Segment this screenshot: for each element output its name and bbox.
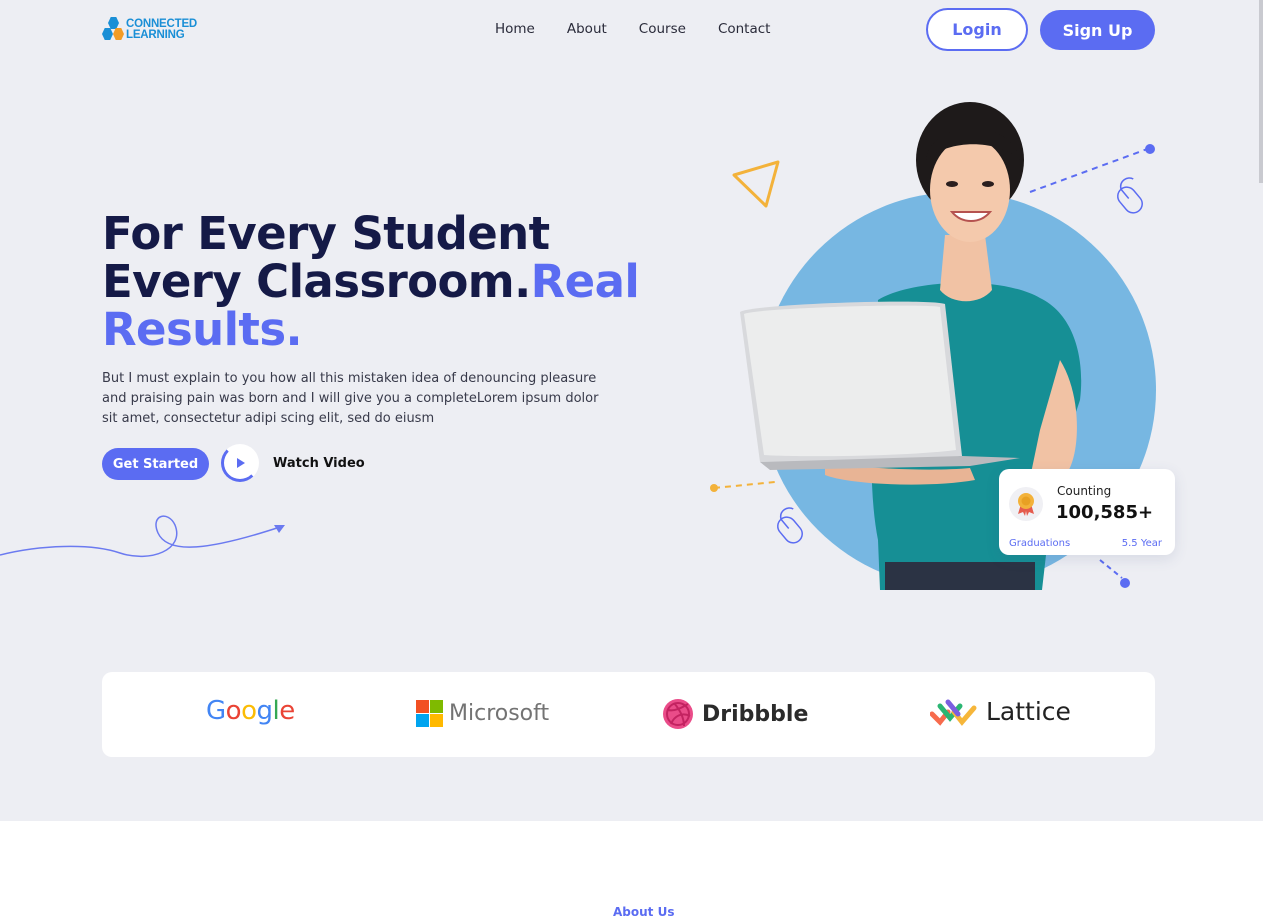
headline-line2: Every Classroom. xyxy=(102,255,531,308)
partner-logos-bar: Google Microsoft Dribbble Lattice xyxy=(102,672,1155,757)
dribbble-logo: Dribbble xyxy=(662,698,808,730)
logo-text: CONNECTED LEARNING xyxy=(126,18,197,41)
google-wordmark: Google xyxy=(206,696,295,726)
get-started-button[interactable]: Get Started xyxy=(102,448,209,480)
lattice-icon xyxy=(930,699,977,726)
squiggle-arrow-decoration xyxy=(0,515,285,558)
play-video-button[interactable] xyxy=(221,444,259,482)
google-letter: G xyxy=(206,696,226,726)
hero-description: But I must explain to you how all this m… xyxy=(102,371,599,426)
stat-footer-right: 5.5 Year xyxy=(1121,538,1162,549)
nav-contact[interactable]: Contact xyxy=(718,21,771,37)
mouse-icon xyxy=(1117,177,1143,214)
dribbble-wordmark: Dribbble xyxy=(702,701,809,727)
microsoft-squares-icon xyxy=(416,700,443,727)
main-nav: Home About Course Contact xyxy=(495,21,802,37)
google-letter: o xyxy=(241,696,257,726)
logo-line2: LEARNING xyxy=(126,29,185,41)
headline-accent-results: Results. xyxy=(102,303,303,356)
google-logo: Google xyxy=(206,696,295,726)
watch-video-link[interactable]: Watch Video xyxy=(273,456,365,471)
hero-headline: For Every Student Every Classroom.Real R… xyxy=(102,210,662,354)
site-logo[interactable]: CONNECTED LEARNING xyxy=(102,16,202,44)
login-button[interactable]: Login xyxy=(926,8,1028,51)
stat-value: 100,585+ xyxy=(1056,502,1154,523)
lattice-wordmark: Lattice xyxy=(986,696,1071,726)
nav-home[interactable]: Home xyxy=(495,21,535,37)
google-letter: e xyxy=(279,696,295,726)
stat-footer-left: Graduations xyxy=(1009,538,1071,549)
lattice-logo: Lattice xyxy=(930,696,1071,726)
play-icon xyxy=(237,458,245,468)
page-scrollbar[interactable] xyxy=(1259,0,1263,183)
google-letter: o xyxy=(225,696,242,726)
google-letter: g xyxy=(256,696,274,726)
dribbble-ball-icon xyxy=(663,699,693,729)
headline-line1: For Every Student xyxy=(102,207,550,260)
nav-about[interactable]: About xyxy=(567,21,607,37)
medal-icon xyxy=(1009,487,1043,521)
microsoft-wordmark: Microsoft xyxy=(449,701,550,726)
graduations-stat-card: Counting 100,585+ Graduations 5.5 Year xyxy=(999,469,1175,555)
logo-hexagons-icon xyxy=(102,17,126,43)
about-us-section-label: About Us xyxy=(613,905,675,916)
signup-button[interactable]: Sign Up xyxy=(1040,10,1155,50)
headline-accent-real: Real xyxy=(530,255,640,308)
microsoft-logo: Microsoft xyxy=(416,700,549,727)
stat-label: Counting xyxy=(1057,484,1112,498)
nav-course[interactable]: Course xyxy=(639,21,686,37)
